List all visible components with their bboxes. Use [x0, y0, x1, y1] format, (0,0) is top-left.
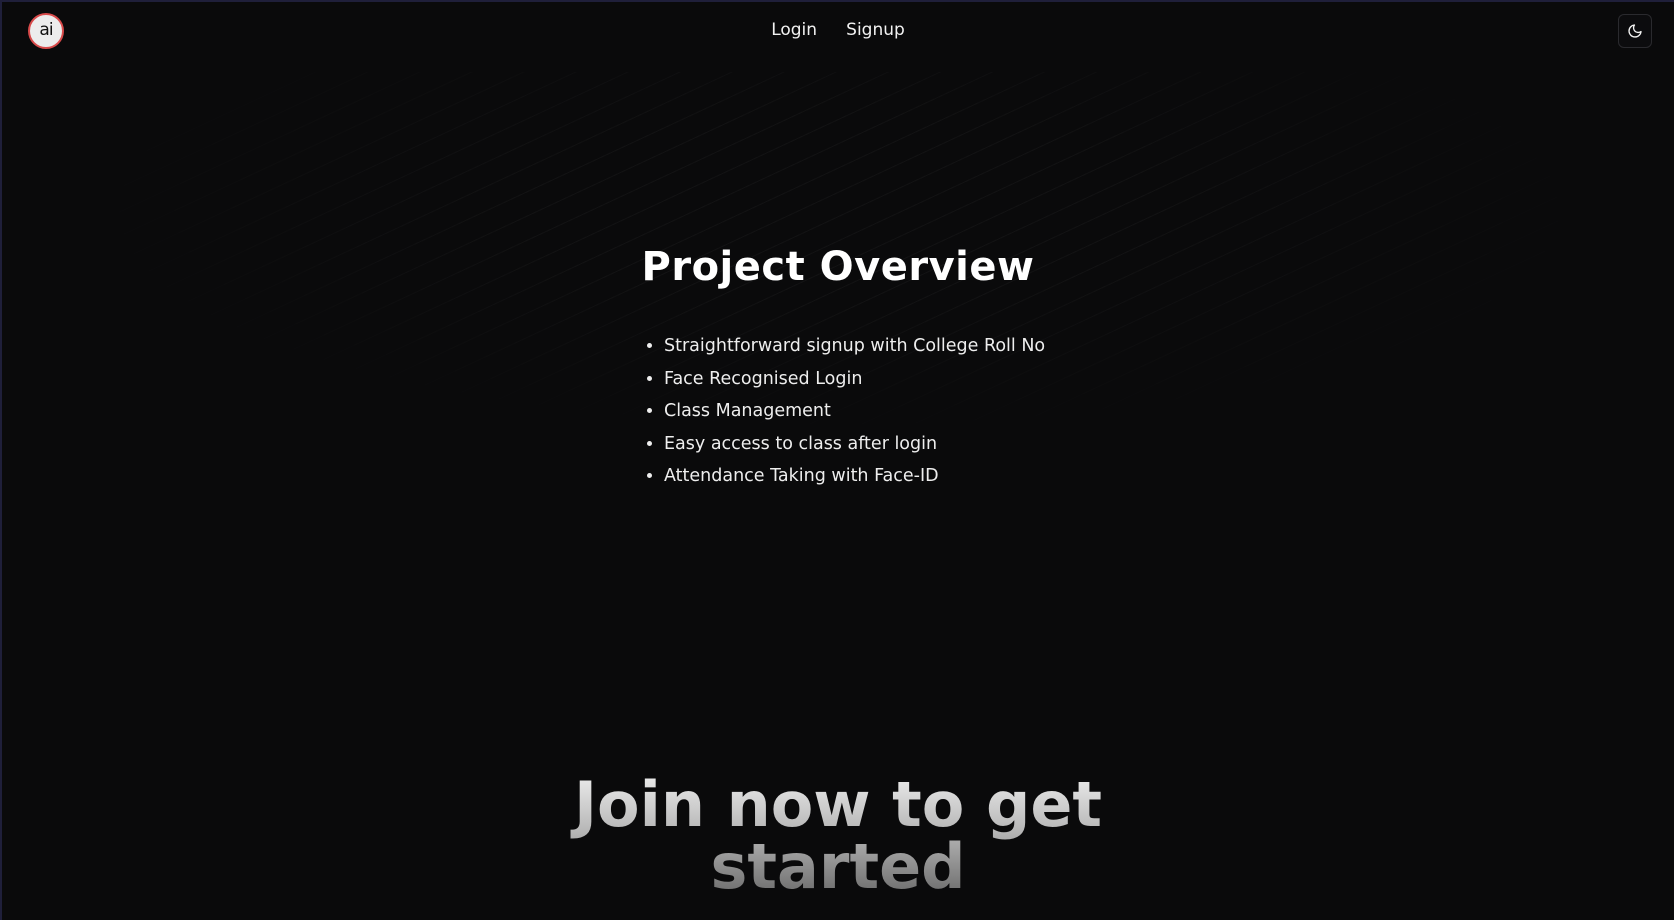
list-item: Attendance Taking with Face-ID [664, 460, 1045, 493]
section-title: Project Overview [641, 244, 1035, 290]
cta-heading: Join now to get started [2, 774, 1674, 898]
list-item: Easy access to class after login [664, 428, 1045, 461]
cta-line-2: started [710, 830, 966, 903]
project-overview-section: Project Overview Straightforward signup … [2, 244, 1674, 486]
page: ai Login Signup Project Overview Straigh… [0, 0, 1674, 920]
feature-list: Straightforward signup with College Roll… [642, 330, 1045, 493]
moon-icon [1628, 24, 1642, 38]
top-nav: ai Login Signup [2, 2, 1674, 62]
list-item: Class Management [664, 395, 1045, 428]
list-item: Straightforward signup with College Roll… [664, 330, 1045, 363]
nav-links: Login Signup [2, 20, 1674, 40]
signup-link[interactable]: Signup [846, 20, 905, 40]
login-link[interactable]: Login [771, 20, 817, 40]
theme-toggle-button[interactable] [1618, 14, 1652, 48]
list-item: Face Recognised Login [664, 363, 1045, 396]
